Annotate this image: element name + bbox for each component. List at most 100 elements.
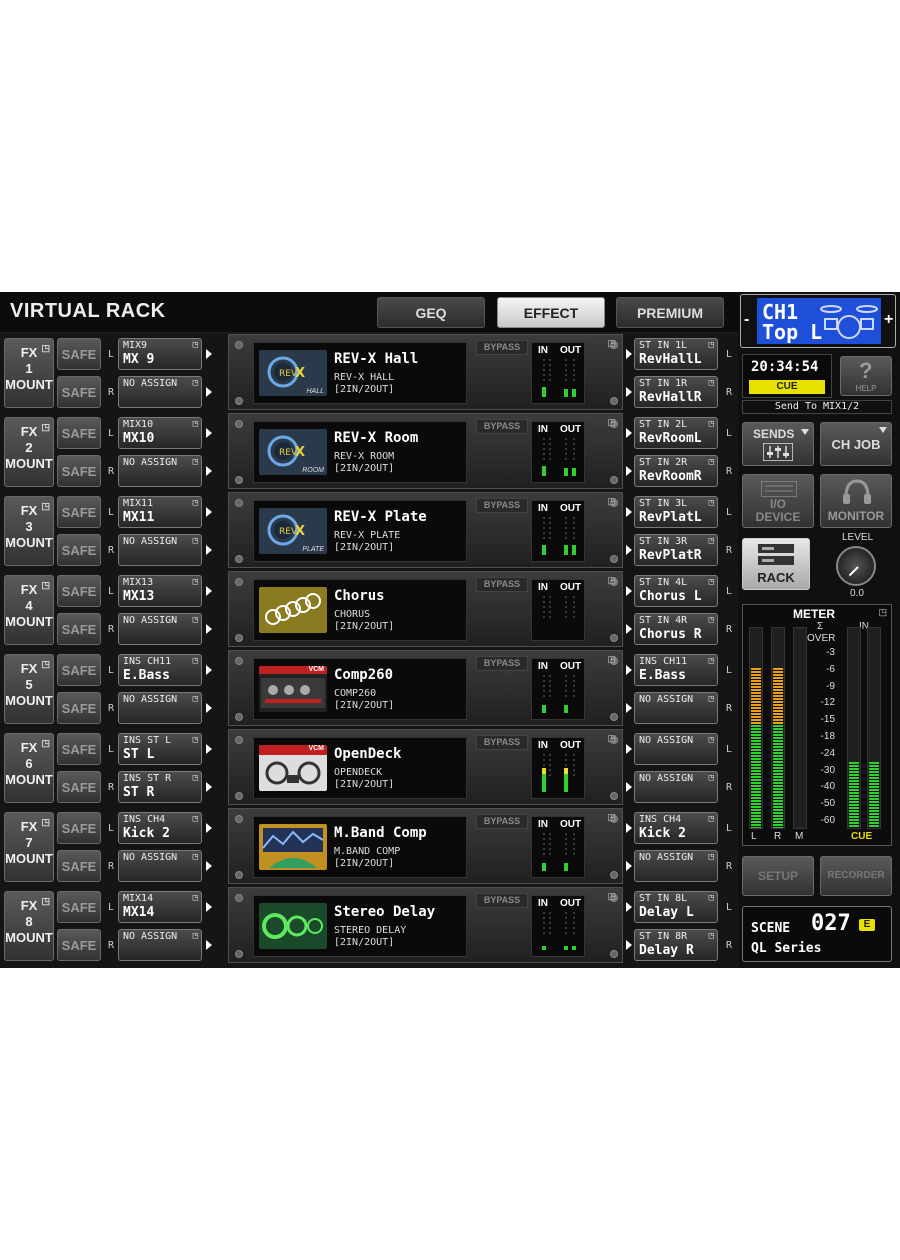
channel-next-button[interactable]: + [884, 311, 893, 329]
output-r-patch[interactable]: NO ASSIGN ◳ [634, 771, 718, 803]
bypass-button[interactable]: BYPASS [476, 814, 528, 829]
level-knob[interactable] [836, 546, 876, 586]
safe-button-l[interactable]: SAFE [57, 338, 101, 370]
input-l-patch[interactable]: INS CH11 E.Bass ◳ [118, 654, 202, 686]
fx-mount-button-1[interactable]: FX 1 MOUNT ◳ [4, 338, 54, 408]
bypass-button[interactable]: BYPASS [476, 656, 528, 671]
safe-button-l[interactable]: SAFE [57, 654, 101, 686]
input-r-patch[interactable]: NO ASSIGN ◳ [118, 929, 202, 961]
safe-button-r[interactable]: SAFE [57, 376, 101, 408]
safe-button-l[interactable]: SAFE [57, 417, 101, 449]
input-l-patch[interactable]: MIX13 MX13 ◳ [118, 575, 202, 607]
meter-panel[interactable]: METER ◳ Σ OVER IN L R M CUE -3 -6 -9 -12 -15… [742, 604, 892, 846]
input-r-patch[interactable]: NO ASSIGN ◳ [118, 455, 202, 487]
output-r-patch-line1: NO ASSIGN [639, 773, 694, 784]
output-r-patch[interactable]: ST IN 4R Chorus R ◳ [634, 613, 718, 645]
output-l-patch[interactable]: NO ASSIGN ◳ [634, 733, 718, 765]
effect-unit-4[interactable]: Chorus CHORUS [2IN/2OUT] BYPASS IN OUT ◳ [228, 571, 623, 647]
effect-unit-7[interactable]: M.Band Comp M.BAND COMP [2IN/2OUT] BYPASS IN… [228, 808, 623, 884]
output-r-patch[interactable]: NO ASSIGN ◳ [634, 692, 718, 724]
effect-unit-1[interactable]: REV X HALL REV-X Hall REV-X HALL [2IN/2OUT] BY… [228, 334, 623, 410]
safe-button-r[interactable]: SAFE [57, 613, 101, 645]
fx-mount-button-6[interactable]: FX 6 MOUNT ◳ [4, 733, 54, 803]
output-r-arrow [626, 466, 632, 476]
safe-button-r[interactable]: SAFE [57, 850, 101, 882]
recorder-button[interactable]: RECORDER [820, 856, 892, 896]
bypass-button[interactable]: BYPASS [476, 735, 528, 750]
channel-prev-button[interactable]: - [744, 311, 749, 329]
tab-geq[interactable]: GEQ [377, 297, 485, 328]
input-l-patch[interactable]: MIX10 MX10 ◳ [118, 417, 202, 449]
input-l-patch[interactable]: INS ST L ST L ◳ [118, 733, 202, 765]
input-l-label: L [108, 507, 115, 518]
output-l-patch[interactable]: ST IN 1L RevHallL ◳ [634, 338, 718, 370]
scene-panel[interactable]: SCENE 027 E QL Series [742, 906, 892, 962]
effect-unit-6[interactable]: VCM OpenDeck OPENDECK [2IN/2OUT] BYPASS IN OUT… [228, 729, 623, 805]
input-l-patch[interactable]: MIX11 MX11 ◳ [118, 496, 202, 528]
safe-button-r[interactable]: SAFE [57, 929, 101, 961]
bypass-button[interactable]: BYPASS [476, 577, 528, 592]
input-l-patch[interactable]: MIX9 MX 9 ◳ [118, 338, 202, 370]
meter-scale-label: -9 [826, 680, 835, 692]
output-l-patch[interactable]: INS CH11 E.Bass ◳ [634, 654, 718, 686]
output-l-patch[interactable]: ST IN 3L RevPlatL ◳ [634, 496, 718, 528]
input-r-patch[interactable]: NO ASSIGN ◳ [118, 850, 202, 882]
tab-effect[interactable]: EFFECT [497, 297, 605, 328]
fx-mount-button-4[interactable]: FX 4 MOUNT ◳ [4, 575, 54, 645]
output-r-label: R [726, 782, 733, 793]
fx-mount-button-8[interactable]: FX 8 MOUNT ◳ [4, 891, 54, 961]
input-r-patch[interactable]: INS ST R ST R ◳ [118, 771, 202, 803]
io-device-button[interactable]: I/O DEVICE [742, 474, 814, 528]
sends-button[interactable]: SENDS [742, 422, 814, 466]
output-l-patch-line2: RevPlatL [639, 510, 702, 525]
setup-button[interactable]: SETUP [742, 856, 814, 896]
input-r-patch[interactable]: NO ASSIGN ◳ [118, 534, 202, 566]
fx-mount-button-2[interactable]: FX 2 MOUNT ◳ [4, 417, 54, 487]
ch-job-button[interactable]: CH JOB [820, 422, 892, 466]
output-l-patch[interactable]: ST IN 8L Delay L ◳ [634, 891, 718, 923]
monitor-button[interactable]: MONITOR [820, 474, 892, 528]
meter-bar [542, 705, 546, 713]
safe-button-l[interactable]: SAFE [57, 575, 101, 607]
output-r-patch[interactable]: ST IN 1R RevHallR ◳ [634, 376, 718, 408]
safe-button-r[interactable]: SAFE [57, 771, 101, 803]
output-r-patch[interactable]: ST IN 8R Delay R ◳ [634, 929, 718, 961]
input-r-patch[interactable]: NO ASSIGN ◳ [118, 613, 202, 645]
bypass-button[interactable]: BYPASS [476, 498, 528, 513]
effect-unit-3[interactable]: REV X PLATE REV-X Plate REV-X PLATE [2IN/2OUT… [228, 492, 623, 568]
input-r-patch[interactable]: NO ASSIGN ◳ [118, 692, 202, 724]
bypass-button[interactable]: BYPASS [476, 340, 528, 355]
channel-selector[interactable]: - CH1 Top L + [740, 294, 896, 348]
fx-mount-button-5[interactable]: FX 5 MOUNT ◳ [4, 654, 54, 724]
fx-mount-button-3[interactable]: FX 3 MOUNT ◳ [4, 496, 54, 566]
output-r-patch[interactable]: ST IN 2R RevRoomR ◳ [634, 455, 718, 487]
meter-bar [542, 946, 546, 950]
output-l-patch[interactable]: ST IN 2L RevRoomL ◳ [634, 417, 718, 449]
fx-mount-button-7[interactable]: FX 7 MOUNT ◳ [4, 812, 54, 882]
drum-kit-icon [820, 305, 878, 339]
output-r-patch[interactable]: NO ASSIGN ◳ [634, 850, 718, 882]
effect-unit-5[interactable]: VCM Comp260 COMP260 [2IN/2OUT] BYPASS IN OUT ◳ [228, 650, 623, 726]
rack-button[interactable]: RACK [742, 538, 810, 590]
safe-button-r[interactable]: SAFE [57, 455, 101, 487]
input-l-arrow [206, 586, 212, 596]
input-l-patch[interactable]: MIX14 MX14 ◳ [118, 891, 202, 923]
input-l-patch[interactable]: INS CH4 Kick 2 ◳ [118, 812, 202, 844]
tab-premium[interactable]: PREMIUM [616, 297, 724, 328]
input-r-patch[interactable]: NO ASSIGN ◳ [118, 376, 202, 408]
effect-unit-8[interactable]: Stereo Delay STEREO DELAY [2IN/2OUT] BYPASS… [228, 887, 623, 963]
output-l-patch[interactable]: INS CH4 Kick 2 ◳ [634, 812, 718, 844]
popup-corner-icon: ◳ [607, 338, 616, 348]
safe-button-l[interactable]: SAFE [57, 733, 101, 765]
output-r-patch[interactable]: ST IN 3R RevPlatR ◳ [634, 534, 718, 566]
output-l-patch[interactable]: ST IN 4L Chorus L ◳ [634, 575, 718, 607]
safe-button-l[interactable]: SAFE [57, 812, 101, 844]
safe-button-l[interactable]: SAFE [57, 496, 101, 528]
safe-button-l[interactable]: SAFE [57, 891, 101, 923]
help-button[interactable]: ? HELP [840, 356, 892, 396]
bypass-button[interactable]: BYPASS [476, 419, 528, 434]
safe-button-r[interactable]: SAFE [57, 534, 101, 566]
effect-unit-2[interactable]: REV X ROOM REV-X Room REV-X ROOM [2IN/2OUT] BY… [228, 413, 623, 489]
safe-button-r[interactable]: SAFE [57, 692, 101, 724]
bypass-button[interactable]: BYPASS [476, 893, 528, 908]
